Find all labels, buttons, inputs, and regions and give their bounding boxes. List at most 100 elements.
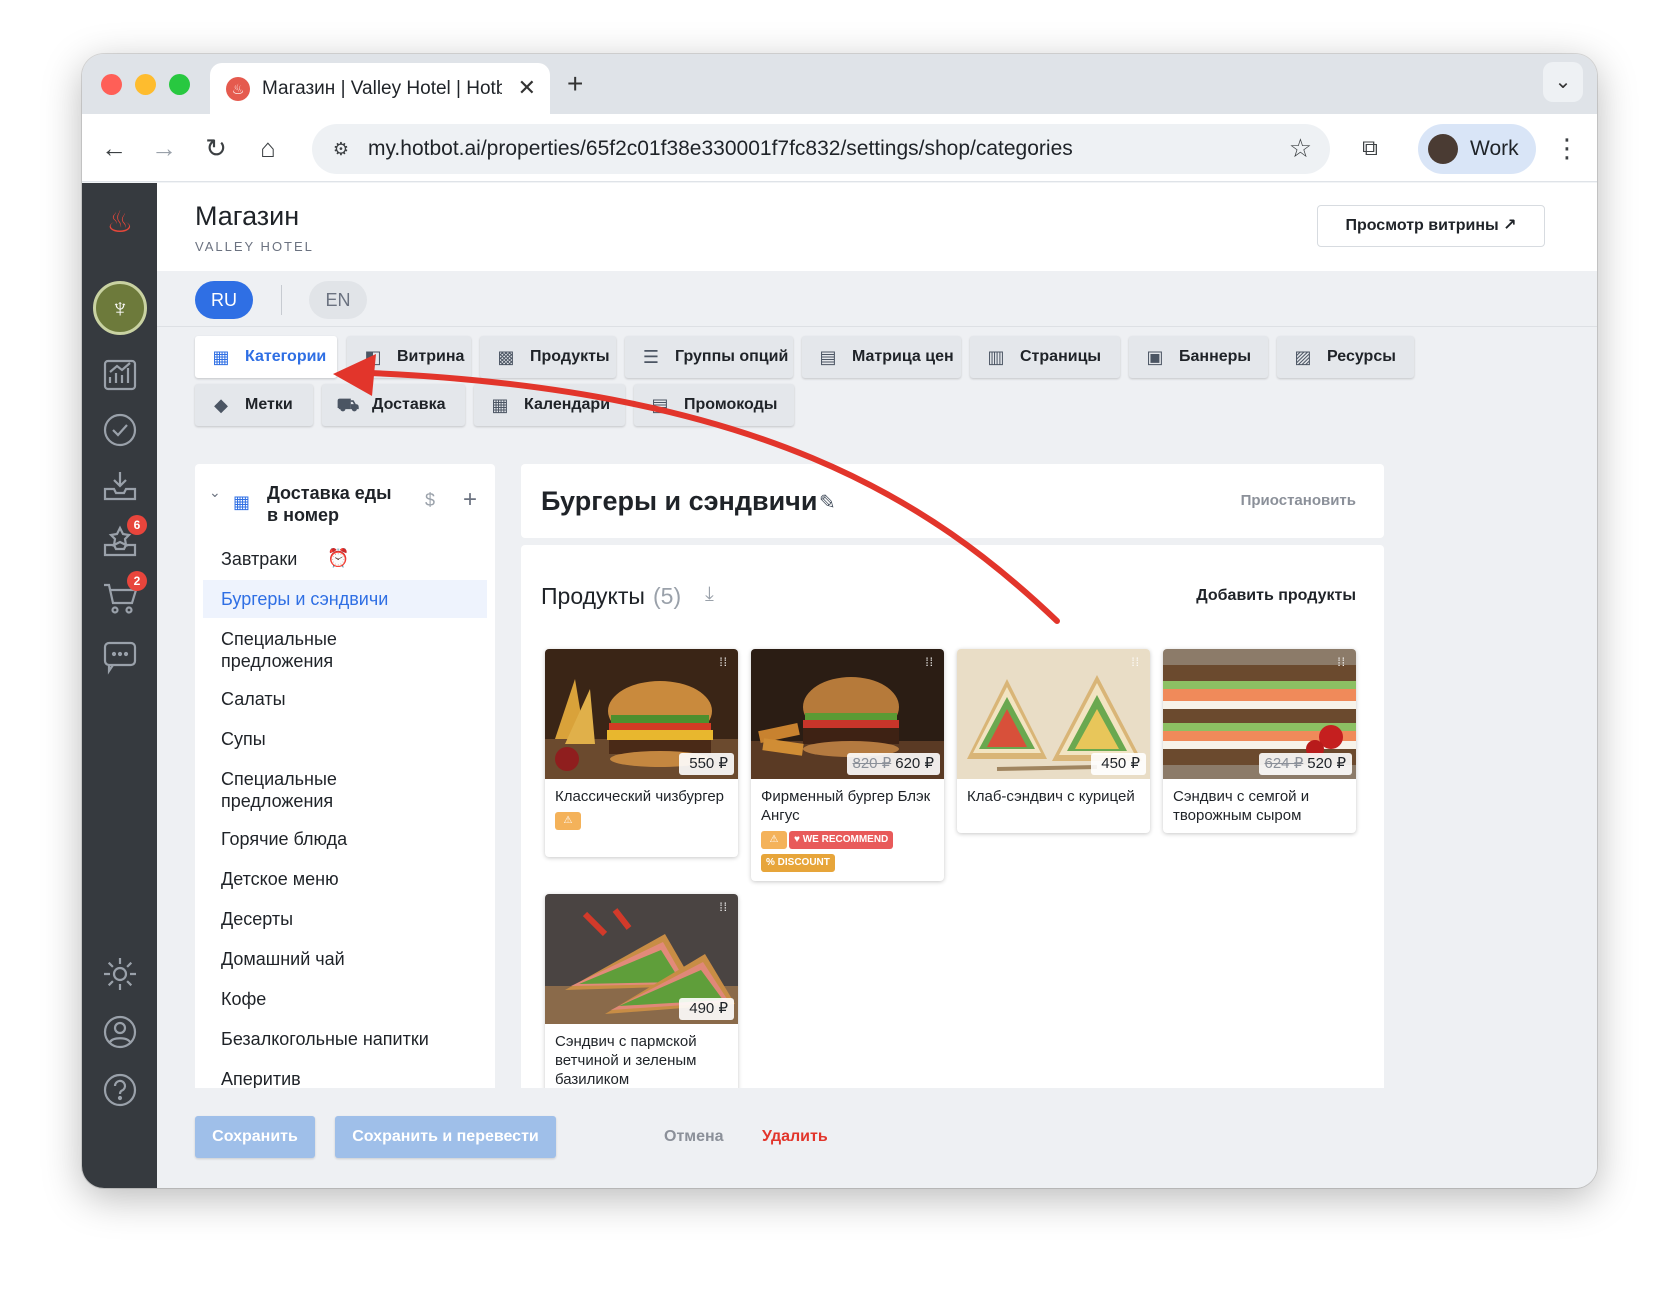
page-subtitle: VALLEY HOTEL [195, 239, 314, 254]
cart-icon[interactable]: 2 [101, 571, 147, 617]
category-item[interactable]: Салаты [203, 680, 487, 718]
browser-window: ♨ Магазин | Valley Hotel | Hotbot ✕ + ⌄ … [82, 54, 1597, 1188]
lang-en-button[interactable]: EN [309, 281, 367, 319]
reload-icon[interactable]: ↻ [196, 128, 236, 168]
we-recommend-badge: ♥ WE RECOMMEND [789, 831, 894, 849]
tab-search-button[interactable]: ⌄ [1543, 62, 1583, 102]
category-item[interactable]: Горячие блюда [203, 820, 487, 858]
calendar-icon: ▦ [491, 395, 509, 415]
pause-category-button[interactable]: Приостановить [1241, 492, 1356, 509]
language-switcher: RU EN [157, 271, 1597, 327]
tab-pages[interactable]: ▥ Страницы [970, 336, 1120, 378]
product-card[interactable]: ⁞⁞ 624 ₽520 ₽ Сэндвич с семгой и творожн… [1163, 649, 1356, 833]
tab-products[interactable]: ▩ Продукты [480, 336, 616, 378]
tab-resources[interactable]: ▨ Ресурсы [1277, 336, 1414, 378]
back-icon[interactable]: ← [94, 128, 134, 168]
page-title: Магазин [195, 201, 300, 231]
tab-calendars[interactable]: ▦ Календари [474, 384, 625, 426]
drag-handle-icon[interactable]: ⁞⁞ [719, 901, 728, 913]
form-footer: Сохранить Сохранить и перевести Отмена У… [157, 1088, 1597, 1188]
category-item[interactable]: Специальные предложения [203, 760, 403, 820]
product-card[interactable]: ⁞⁞ 820 ₽620 ₽ Фирменный бургер Блэк Ангу… [751, 649, 944, 881]
chevron-down-icon[interactable]: ⌄ [209, 484, 221, 501]
product-card[interactable]: ⁞⁞ 450 ₽ Клаб-сэндвич с курицей [957, 649, 1150, 833]
category-list: ⌄ ▦ Доставка еды в номер $ + Завтраки ⏰ … [195, 464, 495, 1188]
tasks-icon[interactable] [101, 411, 139, 449]
minimize-window-button[interactable] [135, 74, 156, 95]
tab-promocodes[interactable]: ▤ Промокоды [634, 384, 794, 426]
product-price: 550 ₽ [679, 753, 734, 775]
tab-categories[interactable]: ▦ Категории [195, 336, 337, 378]
showcase-icon: ◧ [364, 347, 382, 367]
reviews-icon[interactable]: 6 [101, 515, 147, 561]
drag-handle-icon[interactable]: ⁞⁞ [925, 656, 934, 668]
dollar-icon[interactable]: $ [425, 490, 435, 511]
account-icon[interactable] [101, 1013, 139, 1051]
download-icon[interactable]: ⤓ [705, 583, 714, 606]
products-count: (5) [653, 583, 682, 609]
orders-badge: 2 [127, 571, 147, 591]
hotbot-logo-icon[interactable]: ♨ [103, 205, 137, 241]
inbox-icon[interactable] [101, 467, 139, 505]
chat-icon[interactable] [101, 637, 139, 675]
site-settings-icon[interactable]: ⚙ [326, 134, 356, 164]
store-icon: ▦ [212, 347, 230, 367]
product-image: ⁞⁞ 450 ₽ [957, 649, 1150, 779]
add-category-button[interactable]: + [463, 486, 477, 514]
drag-handle-icon[interactable]: ⁞⁞ [719, 656, 728, 668]
product-card[interactable]: ⁞⁞ 550 ₽ Классический чизбургер ⚠ [545, 649, 738, 857]
profile-button[interactable]: Work [1418, 124, 1536, 174]
lang-ru-button[interactable]: RU [195, 281, 253, 319]
tab-showcase[interactable]: ◧ Витрина [347, 336, 471, 378]
category-item[interactable]: Детское меню [203, 860, 487, 898]
forward-icon[interactable]: → [144, 128, 184, 168]
category-item[interactable]: Домашний чай [203, 940, 487, 978]
tab-delivery[interactable]: ⛟ Доставка [322, 384, 465, 426]
category-item-active[interactable]: Бургеры и сэндвичи [203, 580, 487, 618]
drag-handle-icon[interactable]: ⁞⁞ [1337, 656, 1346, 668]
help-icon[interactable] [101, 1071, 139, 1109]
property-avatar[interactable]: ♆ [93, 281, 147, 335]
category-item[interactable]: Безалкогольные напитки [203, 1020, 487, 1058]
save-button[interactable]: Сохранить [195, 1116, 315, 1158]
tab-option-groups[interactable]: ☰ Группы опций [625, 336, 793, 378]
extensions-icon[interactable]: ⧉ [1350, 128, 1390, 168]
tab-banners[interactable]: ▣ Баннеры [1129, 336, 1268, 378]
product-price: 820 ₽620 ₽ [846, 753, 940, 775]
save-and-translate-button[interactable]: Сохранить и перевести [335, 1116, 556, 1158]
price-matrix-icon: ▤ [819, 347, 837, 367]
close-window-button[interactable] [101, 74, 122, 95]
new-tab-button[interactable]: + [567, 68, 583, 100]
page-header: Магазин VALLEY HOTEL Просмотр витрины ↗ [157, 183, 1597, 271]
browser-tab[interactable]: ♨ Магазин | Valley Hotel | Hotbot ✕ [210, 63, 550, 114]
url-text[interactable]: my.hotbot.ai/properties/65f2c01f38e33000… [368, 137, 1073, 161]
category-item[interactable]: Супы [203, 720, 487, 758]
tab-close-icon[interactable]: ✕ [518, 75, 536, 101]
add-products-button[interactable]: Добавить продукты [1196, 587, 1356, 605]
browser-menu-icon[interactable]: ⋮ [1552, 128, 1582, 168]
category-item[interactable]: Десерты [203, 900, 487, 938]
settings-tabs: ▦ Категории ◧ Витрина ▩ Продукты ☰ Группы оп… [157, 328, 1597, 438]
bookmark-star-icon[interactable]: ☆ [1289, 133, 1312, 164]
category-item[interactable]: Кофе [203, 980, 487, 1018]
tab-price-matrix[interactable]: ▤ Матрица цен [802, 336, 961, 378]
analytics-icon[interactable] [101, 355, 139, 393]
product-name: Классический чизбургер [555, 788, 725, 805]
drag-handle-icon[interactable]: ⁞⁞ [1131, 656, 1140, 668]
edit-pencil-icon[interactable]: ✎ [819, 490, 836, 515]
category-group[interactable]: ⌄ ▦ Доставка еды в номер $ + [195, 478, 495, 534]
home-icon[interactable]: ⌂ [248, 128, 288, 168]
delete-button[interactable]: Удалить [762, 1128, 828, 1146]
cancel-button[interactable]: Отмена [664, 1128, 724, 1146]
product-price: 450 ₽ [1091, 753, 1146, 775]
maximize-window-button[interactable] [169, 74, 190, 95]
banners-icon: ▣ [1146, 347, 1164, 367]
truck-icon: ⛟ [336, 395, 360, 415]
products-title: Продукты [541, 583, 645, 609]
product-card[interactable]: ⁞⁞ 490 ₽ Сэндвич с пармской ветчиной и з… [545, 894, 738, 1098]
preview-storefront-button[interactable]: Просмотр витрины ↗ [1317, 205, 1545, 247]
tab-tags[interactable]: ◆ Метки [195, 384, 313, 426]
address-bar[interactable]: ⚙ my.hotbot.ai/properties/65f2c01f38e330… [312, 124, 1330, 174]
settings-gear-icon[interactable] [101, 955, 139, 993]
category-item[interactable]: Специальные предложения [203, 620, 403, 680]
